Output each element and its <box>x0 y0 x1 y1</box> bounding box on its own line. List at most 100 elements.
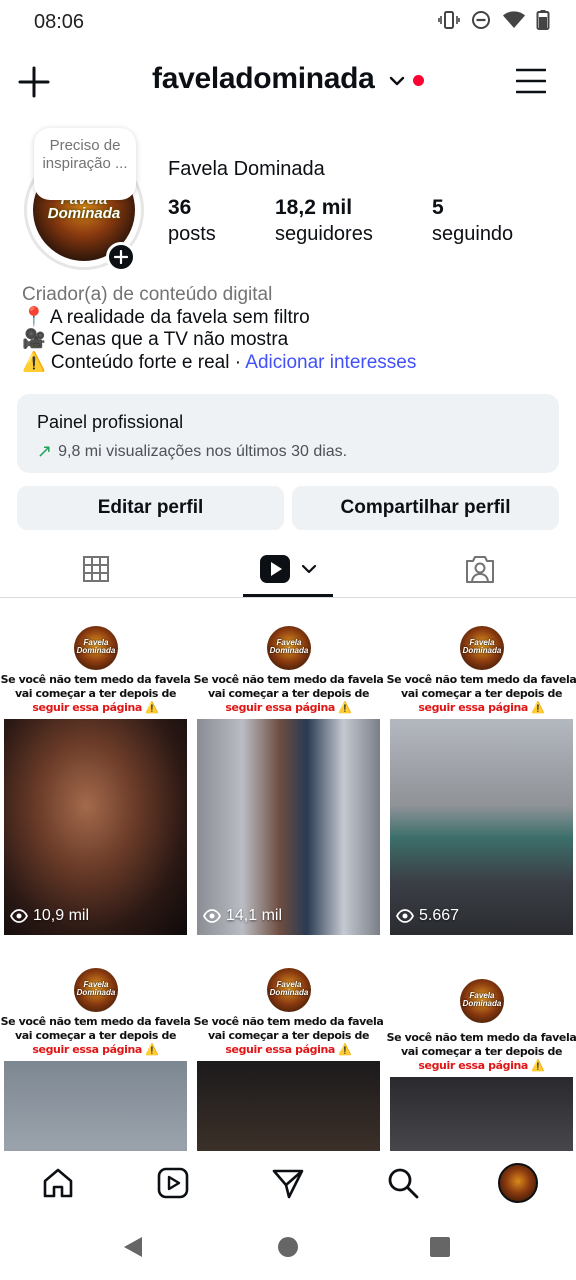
profile-note[interactable]: Preciso de inspiração ... <box>34 128 136 200</box>
top-bar: faveladominada <box>0 54 576 110</box>
professional-dashboard[interactable]: Painel profissional ↗ 9,8 mi visualizaçõ… <box>17 394 559 473</box>
reel-header: Favela Dominada Se você não tem medo da … <box>193 599 384 721</box>
caption-line: vai começar a ter depois de <box>207 687 370 700</box>
home-circle-icon[interactable] <box>277 1236 299 1258</box>
reel-logo: Favela Dominada <box>74 968 118 1012</box>
reel-header: Favela Dominada Se você não tem medo da … <box>0 599 191 721</box>
share-profile-button[interactable]: Compartilhar perfil <box>292 486 559 530</box>
back-icon[interactable] <box>122 1235 144 1259</box>
add-interests-link[interactable]: Adicionar interesses <box>245 352 416 373</box>
reel-tile[interactable]: Favela Dominada Se você não tem medo da … <box>0 599 191 939</box>
profile-tabs <box>0 540 576 598</box>
caption-line: Se você não tem medo da favela <box>386 1031 576 1044</box>
caption-line: Se você não tem medo da favela <box>193 1015 384 1028</box>
tab-tagged[interactable] <box>384 540 576 598</box>
plus-icon[interactable] <box>18 66 50 98</box>
reel-caption: Se você não tem medo da favela vai começa… <box>386 1031 576 1073</box>
reel-thumbnail <box>197 719 380 935</box>
reel-thumbnail <box>197 1061 380 1151</box>
reel-thumbnail <box>4 719 187 935</box>
caption-line: Se você não tem medo da favela <box>193 673 384 686</box>
bio-line: 🎥 Cenas que a TV não mostra <box>22 329 289 350</box>
nav-search[interactable] <box>383 1163 423 1203</box>
reel-tile[interactable]: Favela Dominada Se você não tem medo da … <box>193 941 384 1151</box>
caption-line: vai começar a ter depois de <box>400 1045 563 1058</box>
stat-following[interactable]: 5 seguindo <box>432 196 513 246</box>
recents-icon[interactable] <box>429 1236 451 1258</box>
reel-logo-text: Favela Dominada <box>462 991 502 1008</box>
reel-header: Favela Dominada Se você não tem medo da … <box>0 941 191 1063</box>
panel-subtitle-row: ↗ 9,8 mi visualizações nos últimos 30 di… <box>37 441 539 462</box>
reel-header: Favela Dominada Se você não tem medo da … <box>193 941 384 1063</box>
reels-icon <box>157 1167 189 1199</box>
reel-thumbnail <box>390 719 573 935</box>
caption-line: Se você não tem medo da favela <box>0 673 191 686</box>
status-icons <box>438 9 550 31</box>
caption-line: seguir essa página ⚠️ <box>418 1059 545 1072</box>
stat-followers[interactable]: 18,2 mil seguidores <box>275 196 373 246</box>
nav-reels[interactable] <box>153 1163 193 1203</box>
stat-label: seguindo <box>432 223 514 245</box>
reel-logo: Favela Dominada <box>460 979 504 1023</box>
nav-profile[interactable] <box>498 1163 538 1203</box>
reels-grid: Favela Dominada Se você não tem medo da … <box>0 599 576 1151</box>
reel-caption: Se você não tem medo da favela vai começa… <box>193 1015 384 1057</box>
tab-reels[interactable] <box>243 540 333 598</box>
stat-posts[interactable]: 36 posts <box>168 196 216 246</box>
eye-icon <box>203 909 221 923</box>
bio-line: 📍 A realidade da favela sem filtro <box>22 306 310 328</box>
panel-subtitle: 9,8 mi visualizações nos últimos 30 dias… <box>58 442 348 460</box>
caption-line: vai começar a ter depois de <box>207 1029 370 1042</box>
username: faveladominada <box>152 62 375 95</box>
reel-logo-text: Favela Dominada <box>76 638 116 655</box>
reel-views: 14,1 mil <box>203 907 282 925</box>
bottom-nav <box>0 1151 576 1213</box>
grid-icon <box>83 556 109 582</box>
reel-logo-text: Favela Dominada <box>269 638 309 655</box>
eye-icon <box>396 909 414 923</box>
notification-dot <box>412 74 424 86</box>
reel-logo: Favela Dominada <box>460 626 504 670</box>
reel-thumbnail <box>4 1061 187 1151</box>
reels-play-icon <box>260 555 290 583</box>
system-nav-bar <box>0 1213 576 1280</box>
stat-value: 5 <box>432 196 444 219</box>
caption-line: Se você não tem medo da favela <box>386 673 576 686</box>
reel-tile[interactable]: Favela Dominada Se você não tem medo da … <box>193 599 384 939</box>
view-count: 10,9 mil <box>33 907 90 924</box>
bio-line-last: ⚠️ Conteúdo forte e real · Adicionar int… <box>22 352 562 375</box>
wifi-icon <box>503 11 525 28</box>
reel-tile[interactable]: Favela Dominada Se você não tem medo da … <box>0 941 191 1151</box>
status-time: 08:06 <box>34 11 85 33</box>
reel-caption: Se você não tem medo da favela vai começa… <box>0 673 191 715</box>
send-icon <box>272 1169 304 1199</box>
stat-label: seguidores <box>275 223 373 245</box>
caption-line: seguir essa página ⚠️ <box>32 1043 159 1056</box>
trend-up-icon: ↗ <box>37 441 53 461</box>
account-switcher[interactable]: faveladominada <box>152 62 424 96</box>
caption-line: seguir essa página ⚠️ <box>225 701 352 714</box>
view-count: 5.667 <box>419 907 460 924</box>
panel-title: Painel profissional <box>37 412 184 432</box>
chevron-down-icon <box>301 564 317 574</box>
reel-caption: Se você não tem medo da favela vai começa… <box>193 673 384 715</box>
nav-send[interactable] <box>268 1163 308 1203</box>
reel-tile[interactable]: Favela Dominada Se você não tem medo da … <box>386 599 576 939</box>
caption-line: Se você não tem medo da favela <box>0 1015 191 1028</box>
caption-line: seguir essa página ⚠️ <box>32 701 159 714</box>
stat-value: 18,2 mil <box>275 196 353 219</box>
caption-line: seguir essa página ⚠️ <box>418 701 545 714</box>
caption-line: vai começar a ter depois de <box>14 687 177 700</box>
add-story-icon[interactable] <box>106 242 136 272</box>
reel-logo: Favela Dominada <box>267 968 311 1012</box>
menu-icon[interactable] <box>516 68 546 94</box>
caption-line: vai começar a ter depois de <box>14 1029 177 1042</box>
reel-tile[interactable]: Favela Dominada Se você não tem medo da … <box>386 941 576 1151</box>
edit-profile-button[interactable]: Editar perfil <box>17 486 284 530</box>
reel-logo: Favela Dominada <box>267 626 311 670</box>
active-tab-indicator <box>243 594 333 597</box>
full-name: Favela Dominada <box>168 158 325 180</box>
stat-label: posts <box>168 223 216 245</box>
tab-grid[interactable] <box>0 540 192 598</box>
nav-home[interactable] <box>38 1163 78 1203</box>
